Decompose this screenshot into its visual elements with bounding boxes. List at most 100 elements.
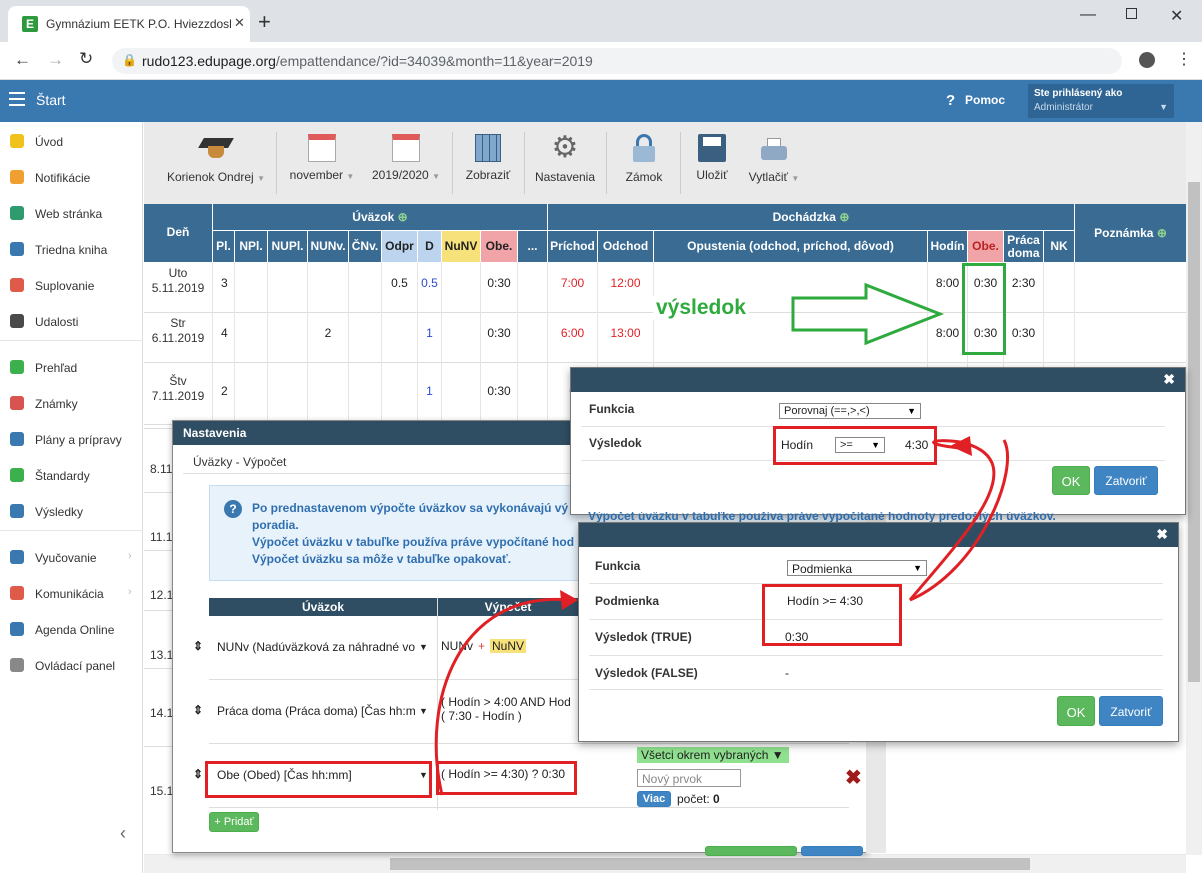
uvazok-select[interactable]: NUNv (Nadúväzková za náhradné vo xyxy=(213,639,429,657)
menu-dots-icon[interactable]: ⋮ xyxy=(1176,49,1192,69)
cell-odchod: 13:00 xyxy=(610,326,641,340)
red-arrows-annotation xyxy=(434,436,1009,796)
sidebar-item-10[interactable]: Štandardy xyxy=(0,458,143,494)
col-header-12[interactable]: Odchod xyxy=(598,231,653,262)
sidebar-item-icon xyxy=(10,278,24,292)
col-header-16[interactable]: Práca doma xyxy=(1004,231,1043,262)
cell-obe: 0:30 xyxy=(487,384,511,398)
year-label: 2019/2020 xyxy=(372,168,429,182)
col-header-1[interactable]: Pl. xyxy=(213,231,234,262)
col-header-8[interactable]: NuNV xyxy=(442,231,480,262)
new-tab-icon[interactable]: + xyxy=(258,9,271,35)
close-tab-icon[interactable]: ✕ xyxy=(234,15,245,31)
floppy-disk-icon xyxy=(698,134,726,162)
chevron-down-icon: ▼ xyxy=(1159,102,1168,112)
cell-odpr: 0.5 xyxy=(391,276,408,290)
sidebar-item-label: Plány a prípravy xyxy=(35,433,122,447)
sidebar-item-15[interactable]: Ovládací panel xyxy=(0,648,143,684)
col-header-2[interactable]: NPl. xyxy=(235,231,267,262)
sidebar: Úvod Notifikácie Web stránka Triedna kniha S… xyxy=(0,122,143,873)
col-header-14[interactable]: Hodín xyxy=(928,231,967,262)
uvazok-select[interactable]: Práca doma (Práca doma) [Čas hh:m xyxy=(213,703,429,721)
grid-col-line xyxy=(212,262,213,432)
minimize-icon[interactable]: — xyxy=(1080,6,1096,24)
hamburger-icon[interactable] xyxy=(9,92,25,106)
sidebar-item-6[interactable]: Udalosti xyxy=(0,304,143,340)
vertical-scrollbar[interactable] xyxy=(1186,122,1202,855)
close-icon[interactable]: ✖ xyxy=(1163,371,1175,388)
back-icon[interactable]: ← xyxy=(14,50,31,70)
col-header-4[interactable]: NUNv. xyxy=(308,231,348,262)
ok-button[interactable]: OK xyxy=(1057,696,1095,726)
col-header-17[interactable]: NK xyxy=(1044,231,1074,262)
help-icon[interactable]: ? xyxy=(946,92,955,109)
login-box[interactable]: Ste prihlásený ako Administrátor ▼ xyxy=(1028,84,1174,118)
collapse-sidebar-icon[interactable]: ‹ xyxy=(120,823,126,844)
sidebar-item-12[interactable]: Vyučovanie › xyxy=(0,540,143,576)
url-path: /empattendance/?id=34039&month=11&year=2… xyxy=(275,53,593,69)
forward-icon[interactable]: → xyxy=(47,50,64,70)
cell-d: 1 xyxy=(426,326,433,340)
drag-handle-icon[interactable]: ⇕ xyxy=(193,767,203,781)
sidebar-item-4[interactable]: Triedna kniha xyxy=(0,232,143,268)
sidebar-item-14[interactable]: Agenda Online xyxy=(0,612,143,648)
cell-obe: 0:30 xyxy=(487,326,511,340)
drag-handle-icon[interactable]: ⇕ xyxy=(193,639,203,653)
sidebar-item-7[interactable]: Prehľad xyxy=(0,350,143,386)
sidebar-item-11[interactable]: Výsledky xyxy=(0,494,143,530)
browser-tab[interactable]: E Gymnázium EETK P.O. Hviezzdosl ✕ xyxy=(8,6,250,42)
close-button[interactable]: Zatvoriť xyxy=(1099,696,1163,726)
col-header-15[interactable]: Obe. xyxy=(968,231,1003,262)
col-header-11[interactable]: Príchod xyxy=(548,231,597,262)
col-header-10[interactable]: ... xyxy=(518,231,547,262)
print-button[interactable]: Vytlačiť ▼ xyxy=(744,126,804,184)
scrollbar-thumb[interactable] xyxy=(1188,182,1200,682)
col-header-7[interactable]: D xyxy=(418,231,441,262)
partial-date: 12.1 xyxy=(150,588,174,602)
profile-icon[interactable] xyxy=(1139,52,1155,68)
year-select[interactable]: 2019/2020 ▼ xyxy=(368,126,444,182)
sidebar-item-5[interactable]: Suplovanie xyxy=(0,268,143,304)
teacher-select[interactable]: Korienok Ondrej ▼ xyxy=(162,126,270,184)
sidebar-item-13[interactable]: Komunikácia › xyxy=(0,576,143,612)
col-header-9[interactable]: Obe. xyxy=(481,231,517,262)
cell-prichod: 7:00 xyxy=(560,276,585,290)
col-header-6[interactable]: Odpr xyxy=(382,231,417,262)
col-header-5[interactable]: ČNv. xyxy=(349,231,381,262)
grid-col-line xyxy=(480,262,481,432)
browser-tabstrip: E Gymnázium EETK P.O. Hviezzdosl ✕ + — ✕ xyxy=(0,0,1202,42)
help-link[interactable]: Pomoc xyxy=(965,93,1005,107)
grid-col-line xyxy=(517,262,518,432)
favicon-icon: E xyxy=(22,16,38,32)
month-select[interactable]: november ▼ xyxy=(286,126,358,182)
settings-button[interactable]: ⚙ Nastavenia xyxy=(532,126,598,185)
save-button[interactable]: Uložiť xyxy=(688,126,736,182)
sidebar-item-1[interactable]: Úvod xyxy=(0,124,143,160)
add-button[interactable]: + Pridať xyxy=(209,812,259,832)
sidebar-item-icon xyxy=(10,170,24,184)
sidebar-item-2[interactable]: Notifikácie xyxy=(0,160,143,196)
close-window-icon[interactable]: ✕ xyxy=(1170,6,1183,26)
chevron-right-icon: › xyxy=(128,550,132,562)
grid-col-line xyxy=(267,262,268,432)
sidebar-item-icon xyxy=(10,242,24,256)
lock-button[interactable]: Zámok xyxy=(616,126,672,184)
print-label: Vytlačiť xyxy=(748,170,789,184)
close-button[interactable]: Zatvoriť xyxy=(1094,466,1158,495)
start-menu[interactable]: Štart xyxy=(36,92,66,108)
maximize-icon[interactable] xyxy=(1126,8,1137,19)
reload-icon[interactable]: ↻ xyxy=(79,49,93,69)
sidebar-item-9[interactable]: Plány a prípravy xyxy=(0,422,143,458)
show-button[interactable]: Zobraziť xyxy=(460,126,516,182)
drag-handle-icon[interactable]: ⇕ xyxy=(193,703,203,717)
sidebar-item-icon xyxy=(10,314,24,328)
col-header-3[interactable]: NUPl. xyxy=(268,231,307,262)
cell-d: 0.5 xyxy=(421,276,438,290)
close-icon[interactable]: ✖ xyxy=(1156,526,1168,543)
sidebar-item-3[interactable]: Web stránka xyxy=(0,196,143,232)
sidebar-item-8[interactable]: Známky xyxy=(0,386,143,422)
func-select[interactable]: Porovnaj (==,>,<) xyxy=(779,403,921,419)
url-field[interactable]: 🔒 rudo123.edupage.org/empattendance/?id=… xyxy=(112,48,1122,74)
col-header-13[interactable]: Opustenia (odchod, príchod, dôvod) xyxy=(654,231,927,262)
ok-button[interactable]: OK xyxy=(1052,466,1090,495)
